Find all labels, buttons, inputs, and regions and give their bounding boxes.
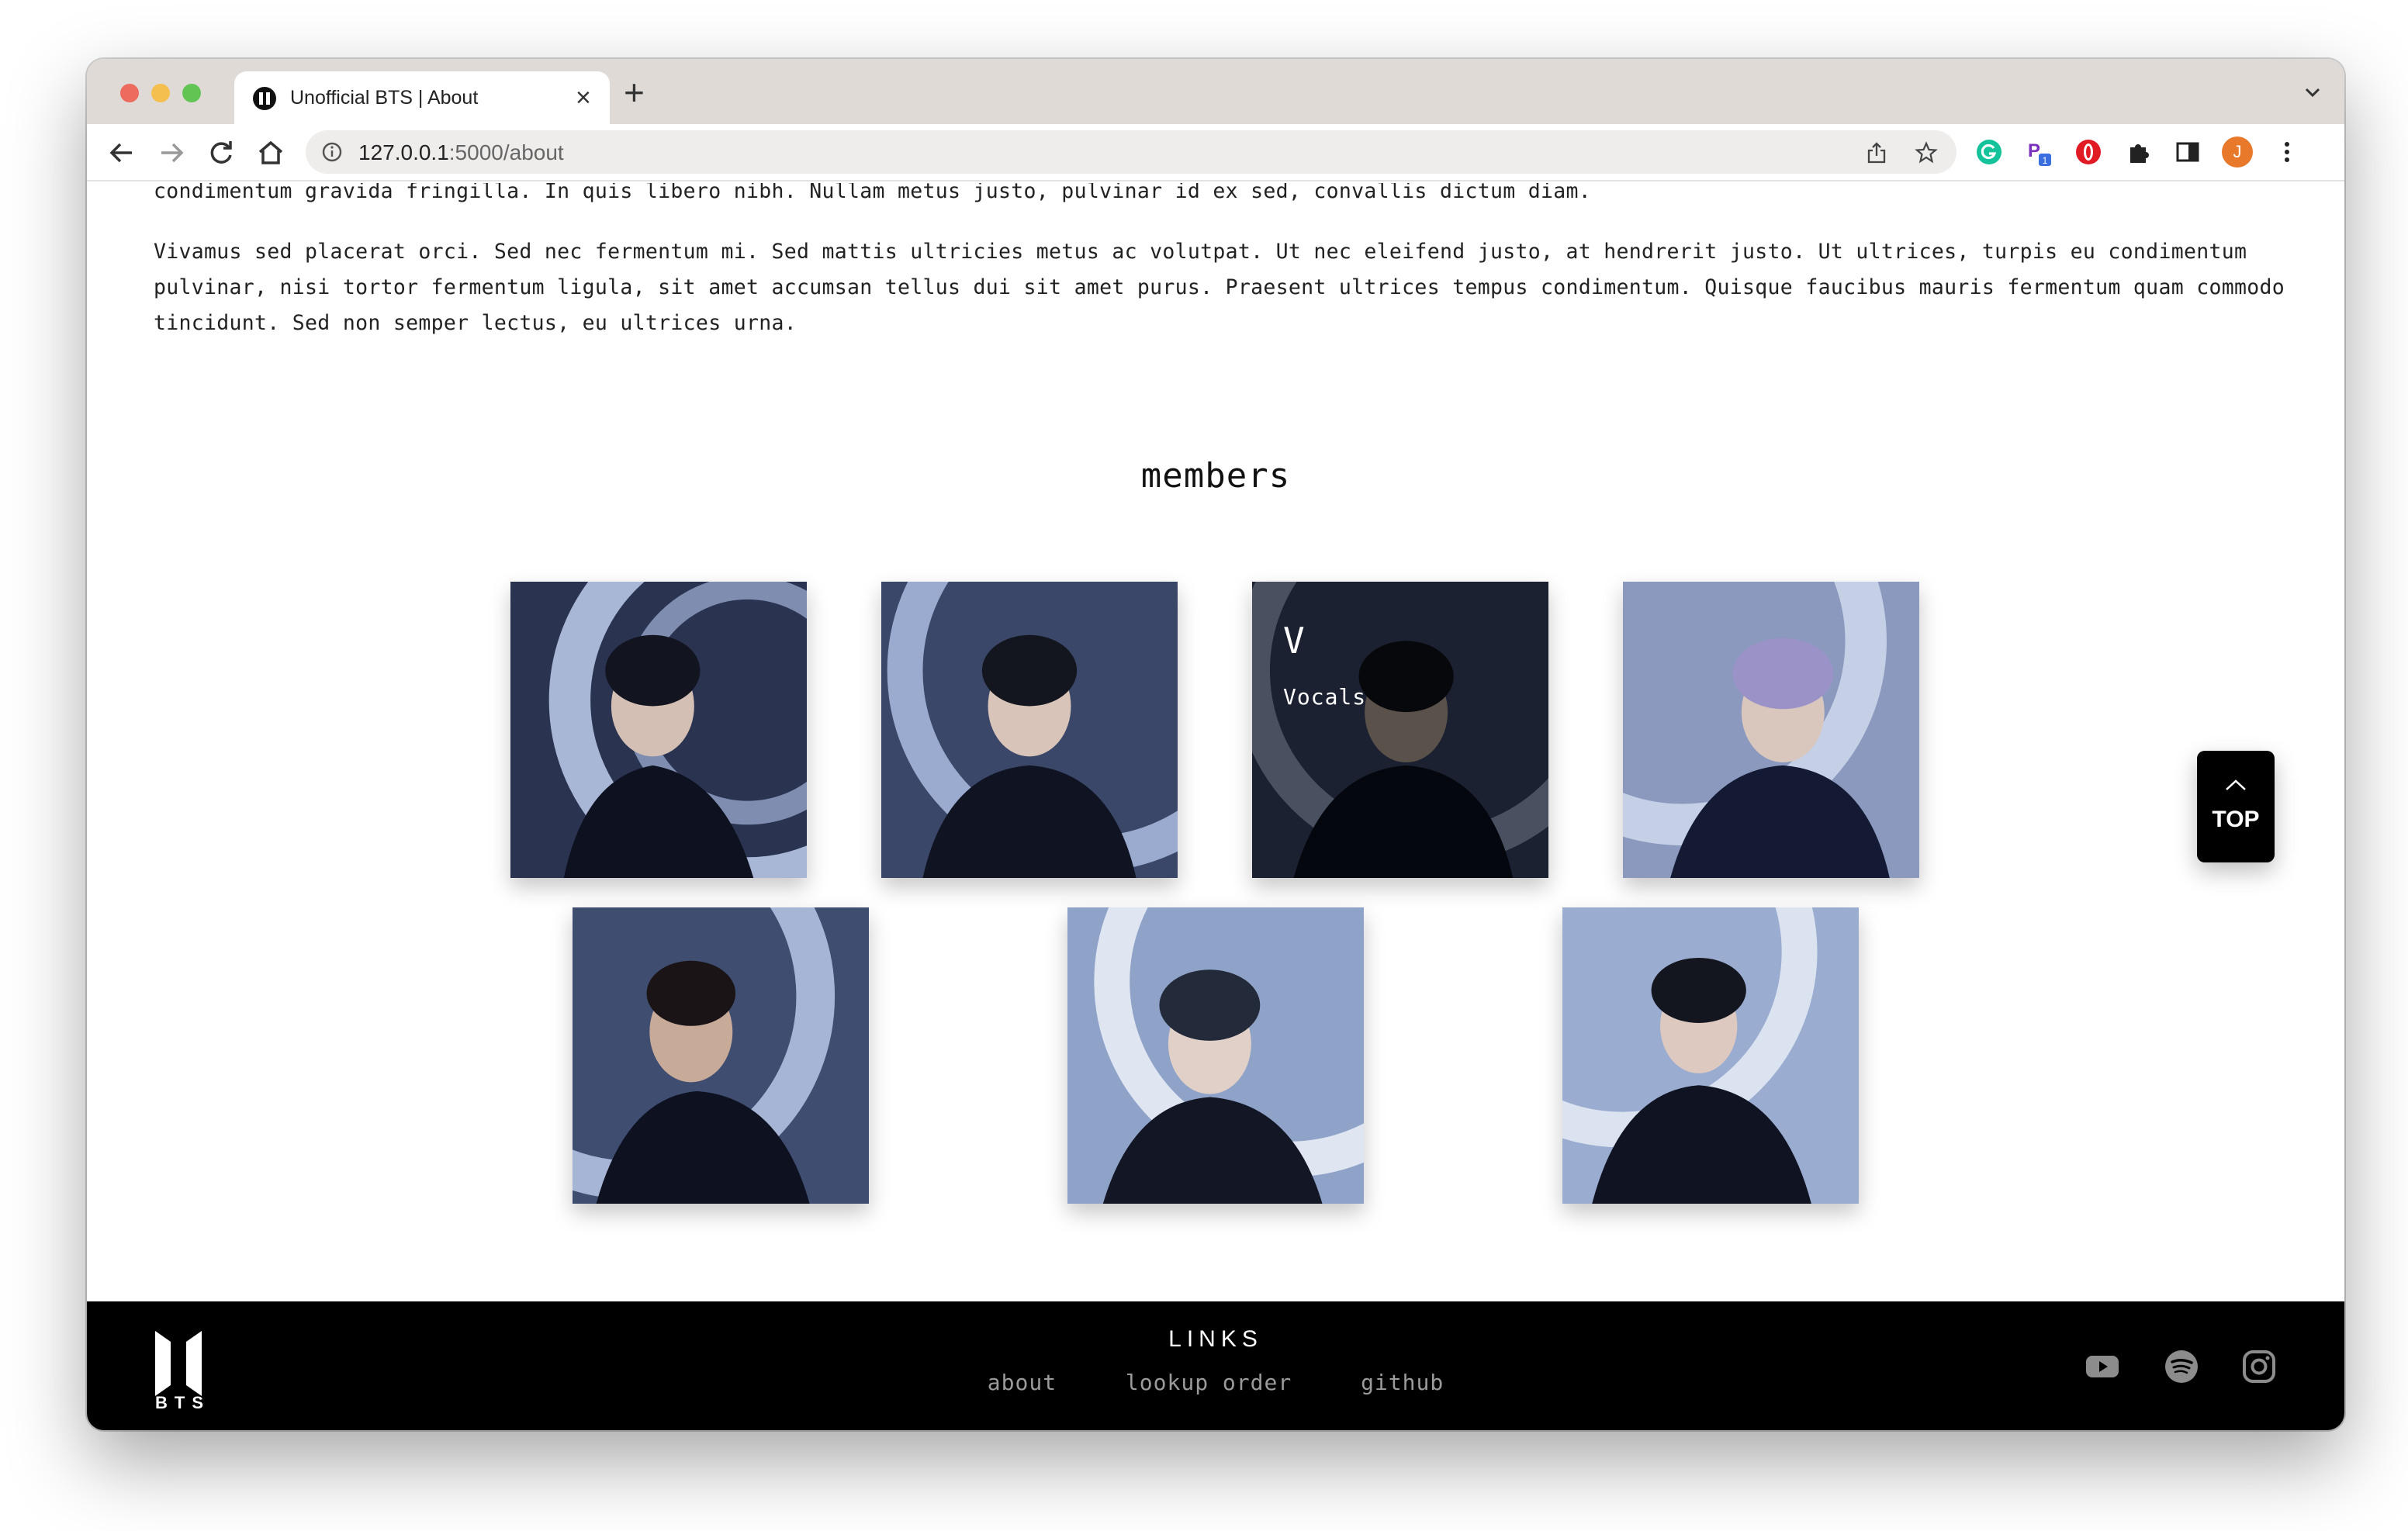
member-photo-v[interactable]: V Vocals [1252, 582, 1548, 878]
logo-text: BTS [155, 1393, 210, 1412]
share-icon[interactable] [1865, 141, 1888, 164]
member-portrait-image [1067, 907, 1364, 1204]
member-photo-2[interactable] [881, 582, 1178, 878]
minimize-window-button[interactable] [151, 84, 170, 102]
info-icon[interactable] [321, 141, 343, 163]
top-label: TOP [2212, 807, 2260, 832]
chevron-down-icon[interactable] [2299, 79, 2326, 105]
chevron-up-icon [2226, 779, 2246, 790]
tab-title: Unofficial BTS | About [290, 87, 479, 109]
member-portrait-image [1623, 582, 1919, 878]
extension-p-icon[interactable]: P 1 [2023, 137, 2054, 168]
tab-about[interactable]: Unofficial BTS | About × [234, 71, 610, 124]
member-photo-7[interactable] [1562, 907, 1859, 1204]
home-icon[interactable] [254, 137, 287, 169]
member-photo-5[interactable] [573, 907, 869, 1204]
member-portrait-image [881, 582, 1178, 878]
opera-extension-icon[interactable] [2073, 137, 2104, 168]
reload-icon[interactable] [205, 137, 237, 169]
members-heading: members [1140, 456, 1291, 496]
youtube-icon[interactable] [2084, 1348, 2121, 1385]
spotify-icon[interactable] [2163, 1348, 2200, 1385]
back-icon[interactable] [106, 137, 138, 169]
url-text: 127.0.0.1:5000/about [358, 140, 564, 165]
browser-window: Unofficial BTS | About × + 127.0.0.1:500… [87, 59, 2344, 1430]
about-paragraph: Vivamus sed placerat orci. Sed nec ferme… [154, 240, 2285, 335]
footer: BTS LINKS about lookup order github [87, 1301, 2344, 1430]
member-photo-1[interactable] [510, 582, 807, 878]
puzzle-icon[interactable] [2123, 137, 2154, 168]
footer-link-github[interactable]: github [1361, 1370, 1444, 1395]
paragraph-partial: condimentum gravida fringilla. In quis l… [154, 183, 1591, 203]
member-photo-6[interactable] [1067, 907, 1364, 1204]
bookmark-star-icon[interactable] [1915, 141, 1938, 164]
new-tab-button[interactable]: + [624, 73, 645, 112]
instagram-icon[interactable] [2240, 1348, 2278, 1385]
member-role: Vocals [1283, 684, 1367, 710]
tab-strip: Unofficial BTS | About × + [87, 59, 2344, 124]
footer-link-about[interactable]: about [988, 1370, 1057, 1395]
desktop: Unofficial BTS | About × + 127.0.0.1:500… [0, 0, 2408, 1531]
forward-icon[interactable] [155, 137, 188, 169]
url-path: :5000/about [448, 140, 564, 164]
url-host: 127.0.0.1 [358, 140, 449, 164]
address-bar[interactable]: 127.0.0.1:5000/about [306, 130, 1956, 174]
close-icon[interactable]: × [576, 82, 591, 113]
bts-favicon-icon [253, 87, 276, 110]
member-portrait-image [510, 582, 807, 878]
side-panel-icon[interactable] [2172, 137, 2203, 168]
kebab-menu-icon[interactable] [2271, 137, 2302, 168]
member-name: V [1283, 620, 1305, 662]
profile-avatar[interactable]: J [2222, 137, 2253, 168]
page-content: condimentum gravida fringilla. In quis l… [87, 183, 2344, 1430]
close-window-button[interactable] [120, 84, 139, 102]
scroll-to-top-button[interactable]: TOP [2197, 751, 2275, 862]
member-photo-4[interactable] [1623, 582, 1919, 878]
links-heading: LINKS [1168, 1326, 1263, 1352]
member-portrait-image [573, 907, 869, 1204]
extension-badge: 1 [2043, 155, 2048, 166]
svg-text:P: P [2028, 140, 2040, 161]
toolbar: 127.0.0.1:5000/about P 1 J [87, 124, 2344, 181]
footer-link-lookup-order[interactable]: lookup order [1126, 1370, 1292, 1395]
member-hover-overlay: V Vocals [1252, 582, 1548, 878]
grammarly-icon[interactable] [1974, 137, 2005, 168]
member-portrait-image [1562, 907, 1859, 1204]
footer-links: about lookup order github [87, 1370, 2344, 1395]
maximize-window-button[interactable] [182, 84, 201, 102]
